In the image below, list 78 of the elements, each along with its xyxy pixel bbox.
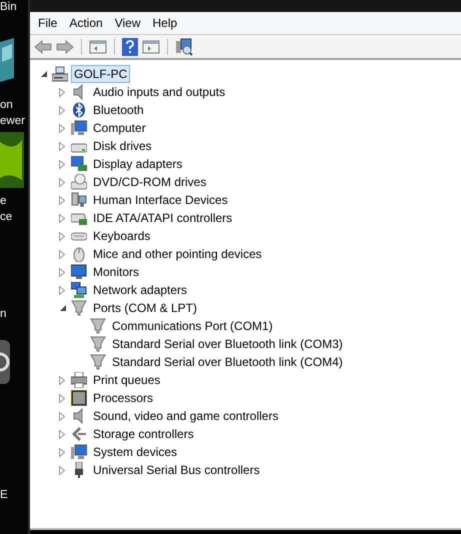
- expand-arrow-icon[interactable]: [59, 268, 65, 276]
- expand-arrow-icon[interactable]: [59, 448, 65, 456]
- tree-item[interactable]: Sound, video and game controllers: [90, 407, 282, 425]
- expand-arrow-icon[interactable]: [59, 142, 65, 150]
- back-arrow-icon[interactable]: [34, 38, 52, 54]
- expand-arrow-icon[interactable]: [59, 430, 65, 438]
- tree-item[interactable]: Print queues: [90, 371, 164, 389]
- computer-icon: [52, 66, 68, 82]
- collapse-arrow-icon[interactable]: [59, 304, 67, 312]
- processor-icon: [71, 390, 87, 406]
- desktop-label: ce: [0, 210, 12, 224]
- tree-item[interactable]: GOLF-PC: [71, 65, 130, 83]
- monitor-icon: [71, 264, 87, 280]
- expand-arrow-icon[interactable]: [59, 376, 65, 384]
- tree-item[interactable]: Universal Serial Bus controllers: [90, 461, 263, 479]
- tree-item[interactable]: Processors: [90, 389, 156, 407]
- forward-arrow-icon[interactable]: [56, 38, 74, 54]
- tree-item[interactable]: Mice and other pointing devices: [90, 245, 265, 263]
- expand-arrow-icon[interactable]: [59, 250, 65, 258]
- desktop-label: n: [0, 307, 6, 321]
- tree-item[interactable]: Display adapters: [90, 155, 186, 173]
- collapse-arrow-icon[interactable]: [40, 70, 48, 78]
- port-connector-icon: [90, 318, 106, 334]
- tree-item[interactable]: Communications Port (COM1): [109, 317, 276, 335]
- expand-arrow-icon[interactable]: [59, 394, 65, 402]
- computer-icon: [71, 120, 87, 136]
- tree-item[interactable]: Computer: [90, 119, 149, 137]
- desktop-label: Bin: [0, 0, 17, 14]
- expand-arrow-icon[interactable]: [59, 466, 65, 474]
- tree-item[interactable]: DVD/CD-ROM drives: [90, 173, 210, 191]
- expand-arrow-icon[interactable]: [59, 106, 65, 114]
- pane-icon[interactable]: [89, 38, 107, 54]
- menu-item[interactable]: Action: [65, 16, 111, 30]
- optical-drive-icon: [71, 174, 87, 190]
- input-device-icon: [71, 192, 87, 208]
- pane-icon[interactable]: [142, 38, 160, 54]
- tree-item[interactable]: Bluetooth: [90, 101, 147, 119]
- scan-hardware-icon[interactable]: [175, 38, 193, 56]
- expand-arrow-icon[interactable]: [59, 196, 65, 204]
- expand-arrow-icon[interactable]: [59, 232, 65, 240]
- tree-item[interactable]: Network adapters: [90, 281, 190, 299]
- tree-item[interactable]: IDE ATA/ATAPI controllers: [90, 209, 236, 227]
- network-icon: [71, 282, 87, 298]
- expand-arrow-icon[interactable]: [59, 412, 65, 420]
- expand-arrow-icon[interactable]: [59, 160, 65, 168]
- tree-item[interactable]: Storage controllers: [90, 425, 197, 443]
- computer-icon: [71, 444, 87, 460]
- display-adapter-icon: [71, 156, 87, 172]
- desktop-label: on: [0, 98, 13, 112]
- bluetooth-icon: [71, 102, 87, 118]
- tree-item[interactable]: Audio inputs and outputs: [90, 83, 228, 101]
- port-connector-icon: [90, 354, 106, 370]
- expand-arrow-icon[interactable]: [59, 124, 65, 132]
- menu-item[interactable]: Help: [148, 16, 186, 30]
- help-icon[interactable]: [122, 38, 138, 56]
- tree-item[interactable]: Human Interface Devices: [90, 191, 231, 209]
- app-icon[interactable]: [0, 38, 16, 82]
- mouse-icon: [71, 246, 87, 262]
- expand-arrow-icon[interactable]: [59, 178, 65, 186]
- tree-item[interactable]: Disk drives: [90, 137, 155, 155]
- menu-item[interactable]: View: [110, 16, 148, 30]
- tree-item[interactable]: System devices: [90, 443, 180, 461]
- tree-item[interactable]: Standard Serial over Bluetooth link (COM3): [109, 335, 346, 353]
- menu-item[interactable]: File: [34, 16, 66, 30]
- printer-icon: [71, 372, 87, 388]
- app-icon[interactable]: [0, 340, 12, 384]
- desktop-label: E: [0, 488, 8, 502]
- port-connector-icon: [71, 300, 87, 316]
- expand-arrow-icon[interactable]: [59, 214, 65, 222]
- expand-arrow-icon[interactable]: [59, 286, 65, 294]
- expand-arrow-icon[interactable]: [59, 88, 65, 96]
- desktop-label: ewer: [0, 114, 25, 128]
- tree-item[interactable]: Keyboards: [90, 227, 154, 245]
- port-connector-icon: [90, 336, 106, 352]
- desktop-label: e: [0, 194, 6, 208]
- tree-item[interactable]: Ports (COM & LPT): [90, 299, 200, 317]
- tree-item[interactable]: Monitors: [90, 263, 142, 281]
- tree-item[interactable]: Standard Serial over Bluetooth link (COM4): [109, 353, 346, 371]
